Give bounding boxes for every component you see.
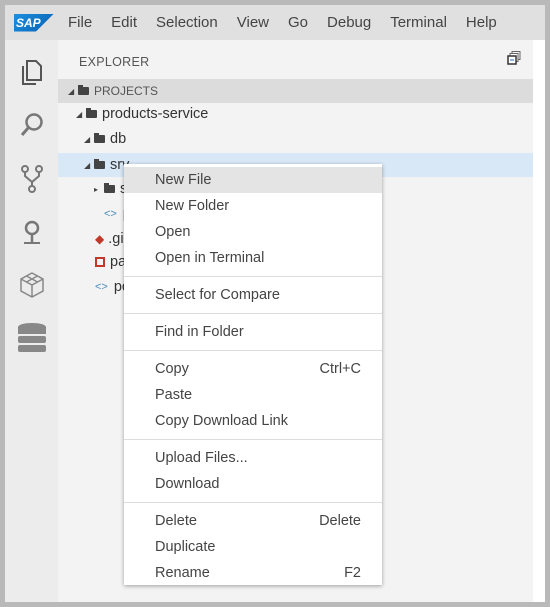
menubar: SAP File Edit Selection View Go Debug Te… [5, 5, 545, 40]
expanded-arrow-icon: ◢ [76, 109, 83, 119]
menu-go[interactable]: Go [288, 14, 308, 31]
menu-item-label: Paste [155, 387, 193, 403]
expanded-arrow-icon: ◢ [84, 160, 91, 170]
git-file-icon: ◆ [95, 232, 105, 246]
menu-item-label: New Folder [155, 198, 230, 214]
menu-item-open[interactable]: Open [124, 219, 382, 245]
menu-item-rename[interactable]: Rename F2 [124, 560, 382, 586]
menu-item-new-folder[interactable]: New Folder [124, 193, 382, 219]
expanded-arrow-icon: ◢ [84, 134, 91, 144]
menu-item-new-file[interactable]: New File [124, 167, 382, 193]
menu-item-open-in-terminal[interactable]: Open in Terminal [124, 245, 382, 271]
folder-icon [86, 108, 97, 118]
menu-item-label: Duplicate [155, 539, 216, 555]
menu-item-label: Open [155, 224, 191, 240]
menu-item-label: Select for Compare [155, 287, 280, 303]
tree-item-products-service[interactable]: ◢ products-service [58, 102, 533, 126]
context-menu: New File New Folder Open Open in Terminal Se… [124, 164, 382, 585]
folder-icon [94, 133, 105, 143]
menu-separator [124, 350, 382, 351]
tree-item-label: products-service [102, 106, 209, 122]
menu-item-find-in-folder[interactable]: Find in Folder [124, 319, 382, 345]
menu-item-duplicate[interactable]: Duplicate [124, 534, 382, 560]
menu-item-label: Rename [155, 565, 210, 581]
menu-item-label: Open in Terminal [155, 250, 265, 266]
menu-separator [124, 502, 382, 503]
menu-item-label: Upload Files... [155, 450, 248, 466]
menu-file[interactable]: File [68, 14, 92, 31]
menu-selection[interactable]: Selection [156, 14, 218, 31]
menu-item-shortcut: Ctrl+C [319, 361, 362, 377]
sap-logo: SAP [14, 13, 54, 32]
extensions-cube-icon[interactable] [17, 270, 47, 300]
menu-debug[interactable]: Debug [327, 14, 371, 31]
menu-item-copy[interactable]: Copy Ctrl+C [124, 356, 382, 382]
source-control-icon[interactable] [17, 164, 47, 194]
menu-separator [124, 313, 382, 314]
menu-item-label: Delete [155, 513, 197, 529]
code-file-icon: <> [104, 208, 117, 220]
tree-item-db[interactable]: ◢ db [58, 127, 533, 151]
search-icon[interactable] [17, 110, 47, 140]
projects-label: PROJECTS [94, 84, 159, 98]
tree-item-label: db [110, 131, 127, 147]
folder-icon [104, 183, 115, 193]
menu-help[interactable]: Help [466, 14, 497, 31]
expanded-arrow-icon: ◢ [68, 86, 75, 96]
menu-view[interactable]: View [237, 14, 269, 31]
menu-item-upload-files[interactable]: Upload Files... [124, 445, 382, 471]
menu-item-label: Find in Folder [155, 324, 244, 340]
menu-item-label: New File [155, 172, 212, 188]
menu-item-select-for-compare[interactable]: Select for Compare [124, 282, 382, 308]
tree-item-label: .gi [108, 231, 124, 247]
folder-icon [94, 159, 105, 169]
menu-item-paste[interactable]: Paste [124, 382, 382, 408]
explorer-files-icon[interactable] [17, 58, 47, 88]
database-icon[interactable] [17, 323, 47, 353]
menu-terminal[interactable]: Terminal [390, 14, 447, 31]
menu-edit[interactable]: Edit [111, 14, 137, 31]
code-file-icon: <> [95, 281, 108, 293]
menu-separator [124, 276, 382, 277]
npm-file-icon [95, 257, 105, 267]
projects-section-header[interactable]: ◢ PROJECTS [58, 79, 533, 103]
menu-item-download[interactable]: Download [124, 471, 382, 497]
activity-bar [5, 40, 58, 602]
menu-separator [124, 439, 382, 440]
folder-icon [78, 85, 89, 95]
ide-window: SAP File Edit Selection View Go Debug Te… [5, 5, 545, 602]
menu-item-shortcut: Delete [319, 513, 361, 529]
menu-item-copy-download-link[interactable]: Copy Download Link [124, 408, 382, 434]
menu-item-delete[interactable]: Delete Delete [124, 508, 382, 534]
menu-item-label: Copy [155, 361, 189, 377]
explorer-title: EXPLORER [79, 55, 150, 69]
collapse-all-icon[interactable] [507, 51, 521, 65]
menu-item-label: Download [155, 476, 220, 492]
debug-icon[interactable] [17, 218, 47, 248]
menu-item-shortcut: F2 [344, 565, 361, 581]
menu-item-label: Copy Download Link [155, 413, 288, 429]
collapsed-arrow-icon: ▸ [94, 184, 99, 194]
